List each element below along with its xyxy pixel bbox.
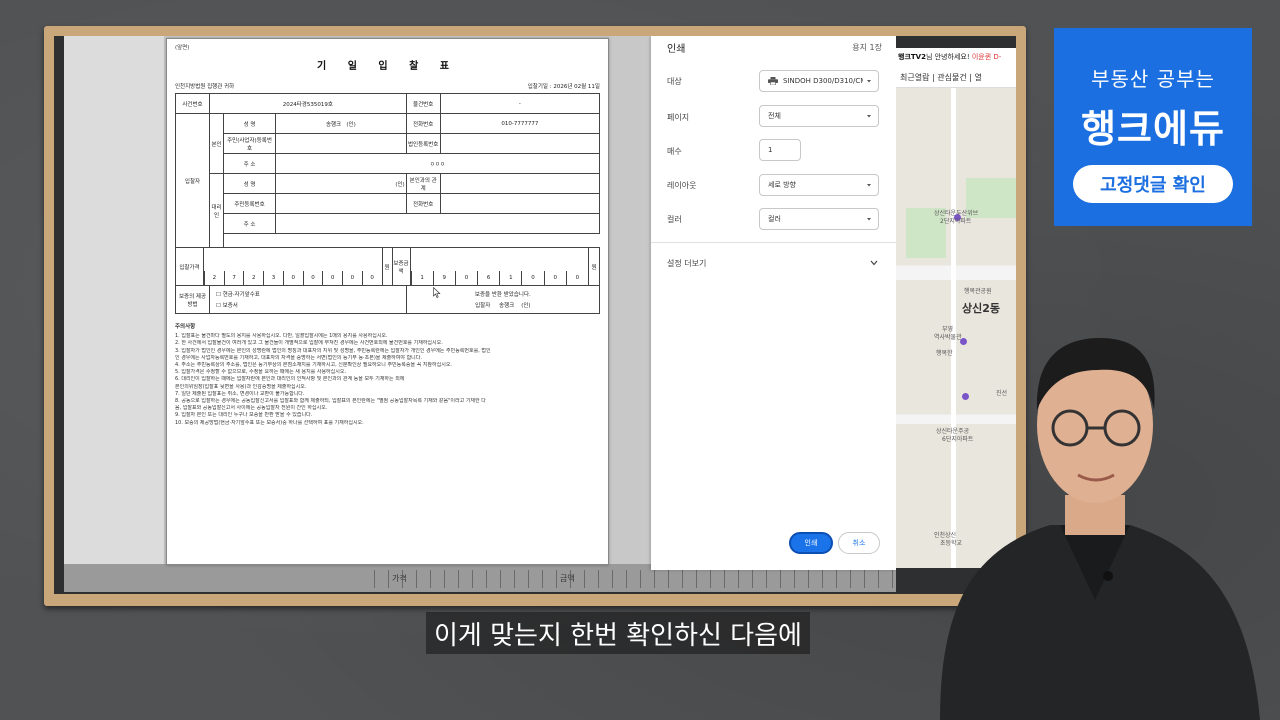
digit-cell: 2 bbox=[204, 271, 224, 285]
digit-cell: 9 bbox=[432, 271, 455, 285]
notes-section: 주의사항 1. 입찰표는 물건마다 별도의 용지를 사용하십시오. 다만, 일괄… bbox=[175, 324, 600, 427]
chevron-down-icon bbox=[867, 115, 871, 118]
print-dialog: 인쇄 용지 1장 대상 SINDOH D300/D310/CM 페이지 전체 매… bbox=[651, 36, 896, 570]
screen-capture: 가격 금액 (앞면) 기 일 입 찰 표 인천지방법원 집행관 귀하 입찰기일 … bbox=[64, 36, 896, 592]
note-item: 2. 한 사건에서 입찰물건이 여러개 있고 그 물건들이 개별적으로 입찰에 … bbox=[175, 340, 443, 347]
presenter-image bbox=[940, 338, 1260, 720]
chevron-down-icon bbox=[867, 80, 871, 83]
deposit-digits: 19061000 bbox=[410, 248, 589, 285]
digit-cell: 0 bbox=[543, 271, 566, 285]
note-item: 본인의위임장(입찰표 뒷면을 사용)과 인감증명을 제출하십시오. bbox=[175, 383, 307, 390]
digit-cell: 7 bbox=[223, 271, 244, 285]
note-item: 4. 주소는 주민등록상의 주소를, 법인은 등기부상의 본점소재지를 기재하시… bbox=[175, 362, 453, 369]
bid-form-table: 사건번호 2024타경535019호 물건번호 - 입찰자 본인 성 명 송행크… bbox=[175, 93, 601, 314]
digit-cell: 0 bbox=[322, 271, 342, 285]
note-item: 음, 입찰표와 공동입찰신고서 사이에는 공동입찰자 전원이 간인 하십시오. bbox=[175, 405, 328, 412]
bidder-name: 송행크 (인) bbox=[275, 113, 407, 134]
copies-input[interactable]: 1 bbox=[759, 139, 801, 161]
greeting-bar: 행크TV2님 안녕하세요! 이윤퀸 D- bbox=[896, 48, 1016, 70]
note-item: 7. 일단 제출된 입찰표는 취소, 변경이나 교환이 불가능합니다. bbox=[175, 390, 305, 397]
digit-cell: 3 bbox=[263, 271, 283, 285]
bid-price-digits: 272300000 bbox=[204, 248, 383, 285]
channel-logo: 부동산 공부는 행크에듀 고정댓글 확인 bbox=[1054, 28, 1252, 226]
digit-cell: 0 bbox=[361, 271, 382, 285]
layout-select[interactable]: 세로 방향 bbox=[759, 174, 879, 196]
note-item: 인 경우에는 사업자등록번호를 기재하고, 대표자의 자격을 증명하는 서면(법… bbox=[175, 354, 422, 361]
video-subtitle: 이게 맞는지 한번 확인하신 다음에 bbox=[426, 612, 810, 654]
digit-cell: 0 bbox=[282, 271, 303, 285]
case-number: 2024타경535019호 bbox=[209, 93, 407, 114]
more-settings-toggle[interactable]: 설정 더보기 bbox=[667, 258, 706, 269]
print-dialog-title: 인쇄 bbox=[667, 44, 686, 55]
method-cash-checkbox: ☐ 현금·자기앞수표 bbox=[216, 292, 260, 298]
document-title: 기 일 입 찰 표 bbox=[317, 61, 458, 72]
print-button[interactable]: 인쇄 bbox=[789, 532, 833, 554]
digit-cell: 6 bbox=[477, 271, 499, 285]
note-item: 10. 보증의 제공방법(현금·자기앞수표 또는 보증서)중 하나를 선택하여 … bbox=[175, 419, 364, 426]
court-name: 인천지방법원 집행관 귀하 bbox=[175, 84, 235, 90]
bidder-address: ㅇㅇㅇ bbox=[275, 153, 600, 174]
form-tag: (앞면) bbox=[175, 45, 190, 51]
digit-cell: 2 bbox=[243, 271, 263, 285]
note-item: 9. 입찰자 본인 또는 대리인 누구나 보증을 반환 받을 수 있습니다. bbox=[175, 412, 313, 419]
color-select[interactable]: 컬러 bbox=[759, 208, 879, 230]
chevron-down-icon[interactable] bbox=[870, 260, 878, 266]
cancel-button[interactable]: 취소 bbox=[838, 532, 880, 554]
page-count: 용지 1장 bbox=[852, 43, 882, 52]
chevron-down-icon bbox=[867, 218, 871, 221]
mouse-cursor-icon bbox=[433, 287, 441, 298]
digit-cell: 0 bbox=[521, 271, 543, 285]
method-bond-checkbox: ☐ 보증서 bbox=[216, 303, 238, 309]
digit-cell: 0 bbox=[302, 271, 323, 285]
bid-date: 입찰기일 : 2026년 02월 11일 bbox=[527, 84, 600, 90]
nav-interest[interactable]: 관심물건 bbox=[937, 73, 966, 82]
bidder-phone: 010-7777777 bbox=[439, 113, 601, 134]
note-item: 3. 입찰자가 법인인 경우에는 본인의 성명란에 법인의 명칭과 대표자의 지… bbox=[175, 347, 491, 354]
destination-select[interactable]: SINDOH D300/D310/CM bbox=[759, 70, 879, 92]
pinned-comment-badge: 고정댓글 확인 bbox=[1073, 165, 1233, 203]
note-item: 6. 대리인이 입찰하는 때에는 입찰자란에 본인과 대리인의 인적사항 및 본… bbox=[175, 376, 405, 383]
note-item: 5. 입찰가격은 수정할 수 없으므로, 수정을 요하는 때에는 새 용지를 사… bbox=[175, 369, 347, 376]
print-preview-page: (앞면) 기 일 입 찰 표 인천지방법원 집행관 귀하 입찰기일 : 2026… bbox=[166, 38, 609, 565]
chevron-down-icon bbox=[867, 184, 871, 187]
digit-cell: 0 bbox=[565, 271, 588, 285]
printer-icon bbox=[768, 77, 778, 85]
website-nav: 최근열람 | 관심물건 | 열 bbox=[896, 70, 1016, 88]
digit-cell: 1 bbox=[499, 271, 521, 285]
digit-cell: 0 bbox=[342, 271, 362, 285]
note-item: 8. 공동으로 입찰하는 경우에는 공동입찰신고서를 입찰표와 함께 제출하되,… bbox=[175, 398, 486, 405]
nav-recent[interactable]: 최근열람 bbox=[900, 73, 929, 82]
pages-select[interactable]: 전체 bbox=[759, 105, 879, 127]
digit-cell: 0 bbox=[454, 271, 477, 285]
digit-cell: 1 bbox=[410, 271, 433, 285]
note-item: 1. 입찰표는 물건마다 별도의 용지를 사용하십시오. 다만, 일괄입찰시에는… bbox=[175, 333, 388, 340]
